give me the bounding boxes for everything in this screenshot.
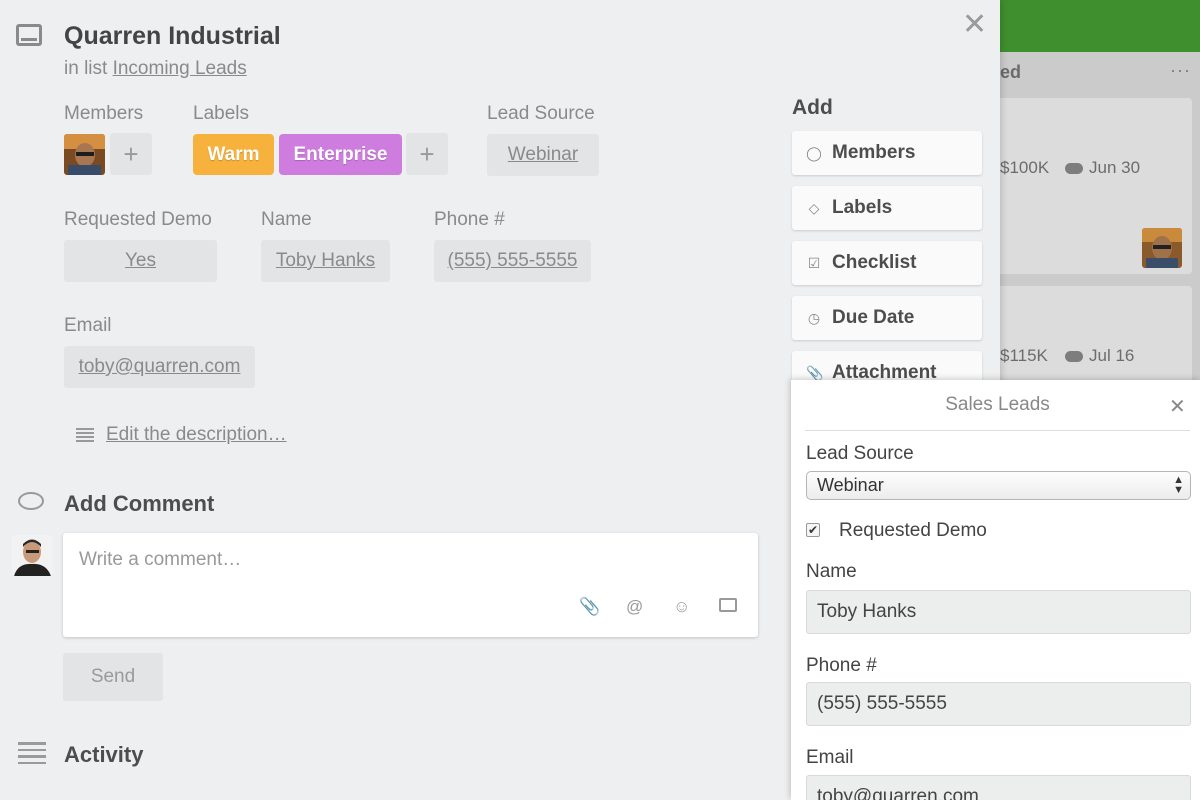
- requested-demo-value[interactable]: Yes: [64, 240, 217, 282]
- description-icon: [76, 428, 94, 442]
- board-card-amount: $115K: [1000, 346, 1048, 365]
- add-comment-title: Add Comment: [64, 491, 215, 516]
- add-member-button[interactable]: +: [110, 133, 152, 175]
- lead-source-value[interactable]: Webinar: [487, 134, 599, 176]
- edit-description-link[interactable]: Edit the description…: [76, 424, 287, 446]
- comment-placeholder: Write a comment…: [79, 549, 242, 570]
- lead-source-selected: Webinar: [817, 475, 884, 495]
- name-label: Name: [261, 209, 312, 230]
- checkbox-icon: ☑: [807, 254, 821, 271]
- paperclip-icon: 📎: [806, 364, 824, 381]
- comment-input[interactable]: Write a comment… 📎 @ ☺: [63, 533, 758, 637]
- salesforce-cloud-icon: [1065, 350, 1083, 362]
- select-arrows-icon: ▲ ▼: [1173, 474, 1184, 496]
- requested-demo-label: Requested Demo: [64, 209, 212, 230]
- close-icon[interactable]: ✕: [962, 10, 987, 40]
- popover-phone-label: Phone #: [806, 655, 877, 676]
- labels-label: Labels: [193, 103, 249, 124]
- tag-icon: ◇: [808, 199, 820, 216]
- email-value[interactable]: toby@quarren.com: [64, 346, 255, 388]
- in-list-prefix: in list: [64, 58, 108, 79]
- phone-value[interactable]: (555) 555-5555: [434, 240, 591, 282]
- avatar[interactable]: [1142, 228, 1182, 268]
- popover-email-label: Email: [806, 747, 854, 768]
- add-due-date-button[interactable]: ◷ Due Date: [792, 296, 982, 340]
- add-due-date-label: Due Date: [832, 307, 915, 328]
- popover-phone-input[interactable]: (555) 555-5555: [806, 682, 1191, 726]
- clock-icon: ◷: [807, 309, 821, 326]
- list-link[interactable]: Incoming Leads: [113, 58, 247, 79]
- add-checklist-button[interactable]: ☑ Checklist: [792, 241, 982, 285]
- board-header-bar: [980, 0, 1200, 52]
- card-list-info: in list Incoming Leads: [64, 58, 247, 80]
- salesforce-cloud-icon: [1065, 162, 1083, 174]
- add-labels-label: Labels: [832, 197, 893, 218]
- close-icon[interactable]: ✕: [1169, 394, 1186, 419]
- send-button[interactable]: Send: [63, 653, 163, 701]
- popover-lead-source-label: Lead Source: [806, 443, 914, 464]
- card-title[interactable]: Quarren Industrial: [64, 22, 281, 51]
- add-labels-button[interactable]: ◇ Labels: [792, 186, 982, 230]
- list-menu-icon[interactable]: ···: [1170, 60, 1191, 81]
- name-value[interactable]: Toby Hanks: [261, 240, 390, 282]
- activity-title: Activity: [64, 742, 144, 767]
- add-members-button[interactable]: ◯ Members: [792, 131, 982, 175]
- label-warm[interactable]: Warm: [193, 134, 274, 175]
- board-card-due: Jul 16: [1065, 346, 1134, 366]
- card-icon: [16, 24, 42, 46]
- add-sidebar-title: Add: [792, 96, 833, 119]
- popover-name-label: Name: [806, 561, 857, 582]
- lead-source-select[interactable]: Webinar ▲ ▼: [806, 471, 1191, 500]
- comment-icon: [18, 492, 44, 510]
- activity-icon: [18, 742, 46, 764]
- avatar[interactable]: [64, 134, 105, 175]
- card-link-icon[interactable]: [719, 598, 737, 612]
- emoji-icon[interactable]: ☺: [673, 597, 690, 617]
- board-card-date: Jul 16: [1089, 346, 1135, 365]
- person-icon: ◯: [806, 144, 822, 161]
- members-label: Members: [64, 103, 144, 124]
- board-card-date: Jun 30: [1089, 158, 1141, 177]
- phone-label: Phone #: [434, 209, 505, 230]
- edit-description-text: Edit the description…: [106, 424, 287, 445]
- paperclip-icon[interactable]: 📎: [579, 597, 600, 617]
- board-card-due: Jun 30: [1065, 158, 1140, 178]
- sales-leads-popover: Sales Leads ✕ Lead Source Webinar ▲ ▼ ✔ R…: [791, 380, 1200, 800]
- popover-name-input[interactable]: Toby Hanks: [806, 590, 1191, 634]
- requested-demo-checkbox[interactable]: ✔: [806, 523, 820, 537]
- list-title[interactable]: ed: [1000, 62, 1021, 83]
- board-card-amount: $100K: [1000, 158, 1050, 177]
- label-enterprise[interactable]: Enterprise: [279, 134, 402, 175]
- avatar[interactable]: [12, 535, 53, 576]
- lead-source-label: Lead Source: [487, 103, 595, 124]
- popover-title: Sales Leads: [805, 380, 1190, 431]
- add-label-button[interactable]: +: [406, 133, 448, 175]
- email-label: Email: [64, 315, 112, 336]
- popover-requested-demo-label: Requested Demo: [839, 520, 987, 541]
- mention-icon[interactable]: @: [626, 597, 643, 617]
- add-members-label: Members: [832, 142, 916, 163]
- popover-email-input[interactable]: toby@quarren.com: [806, 775, 1191, 800]
- add-checklist-label: Checklist: [832, 252, 917, 273]
